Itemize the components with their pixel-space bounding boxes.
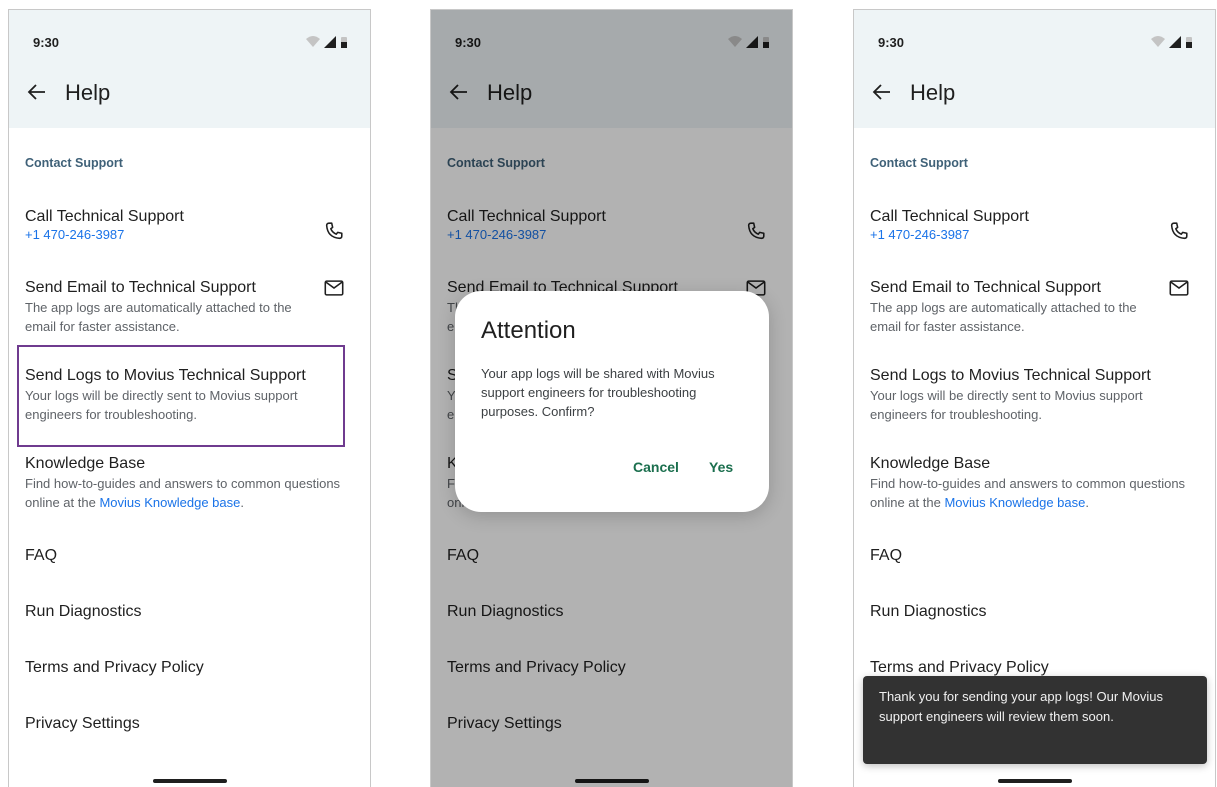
faq-item[interactable]: FAQ [25,546,343,566]
phone-icon[interactable] [323,220,345,242]
app-bar: 9:30 Help [9,10,370,128]
terms-privacy-item[interactable]: Terms and Privacy Policy [870,658,1188,678]
knowledge-base-subtitle: Find how-to-guides and answers to common… [870,474,1188,512]
terms-privacy-label: Terms and Privacy Policy [25,659,204,676]
dialog-title: Attention [481,317,576,344]
status-icons [1151,36,1192,48]
send-logs-item[interactable]: Send Logs to Movius Technical Support Yo… [870,366,1188,424]
run-diagnostics-label: Run Diagnostics [25,603,142,620]
knowledge-base-link[interactable]: Movius Knowledge base [944,495,1085,510]
app-bar: 9:30 Help [854,10,1215,128]
snackbar: Thank you for sending your app logs! Our… [863,676,1207,764]
knowledge-base-title: Knowledge Base [870,455,991,472]
section-header-contact-support: Contact Support [870,156,968,170]
attention-dialog: Attention Your app logs will be shared w… [455,291,769,512]
home-indicator[interactable] [153,779,227,783]
status-time: 9:30 [33,35,60,50]
knowledge-base-suffix: . [240,495,244,510]
signal-icon [324,36,336,48]
phone-icon[interactable] [1168,220,1190,242]
call-technical-support-item[interactable]: Call Technical Support +1 470-246-3987 [870,207,1188,243]
back-arrow-icon[interactable] [870,80,894,104]
send-logs-title: Send Logs to Movius Technical Support [25,367,306,384]
privacy-settings-label: Privacy Settings [25,715,140,732]
page-title: Help [65,80,111,105]
privacy-settings-item[interactable]: Privacy Settings [25,714,343,734]
status-icons [306,36,347,48]
help-screen-2: 9:30 Help Contact Support Call Technical… [430,9,793,787]
run-diagnostics-item[interactable]: Run Diagnostics [25,602,343,622]
support-phone-number: +1 470-246-3987 [25,227,125,242]
call-technical-support-item[interactable]: Call Technical Support +1 470-246-3987 [25,207,343,243]
send-email-title: Send Email to Technical Support [870,279,1101,296]
home-indicator[interactable] [998,779,1072,783]
call-support-title: Call Technical Support [25,208,184,225]
run-diagnostics-item[interactable]: Run Diagnostics [870,602,1188,622]
cancel-button[interactable]: Cancel [633,459,679,475]
send-logs-title: Send Logs to Movius Technical Support [870,367,1151,384]
send-email-title: Send Email to Technical Support [25,279,256,296]
wifi-icon [1151,36,1165,47]
faq-item[interactable]: FAQ [870,546,1188,566]
dialog-message: Your app logs will be shared with Movius… [481,366,715,419]
wifi-icon [306,36,320,47]
terms-privacy-label: Terms and Privacy Policy [870,659,1049,676]
help-screen-3: 9:30 Help Contact Support Call Technical… [853,9,1216,787]
knowledge-base-item[interactable]: Knowledge Base Find how-to-guides and an… [870,454,1188,512]
call-support-title: Call Technical Support [870,208,1029,225]
run-diagnostics-label: Run Diagnostics [870,603,987,620]
status-time: 9:30 [878,35,905,50]
terms-privacy-item[interactable]: Terms and Privacy Policy [25,658,343,678]
section-header-contact-support: Contact Support [25,156,123,170]
send-logs-subtitle: Your logs will be directly sent to Moviu… [25,388,298,422]
send-email-item[interactable]: Send Email to Technical Support The app … [25,278,310,336]
send-email-subtitle: The app logs are automatically attached … [870,300,1137,334]
send-email-subtitle: The app logs are automatically attached … [25,300,292,334]
signal-icon [1169,36,1181,48]
knowledge-base-title: Knowledge Base [25,455,146,472]
send-email-item[interactable]: Send Email to Technical Support The app … [870,278,1155,336]
yes-button[interactable]: Yes [709,459,733,475]
faq-label: FAQ [870,547,903,564]
send-logs-subtitle: Your logs will be directly sent to Moviu… [870,388,1143,422]
help-screen-1: 9:30 Help Contact Support Call Technical… [8,9,371,787]
knowledge-base-item[interactable]: Knowledge Base Find how-to-guides and an… [25,454,343,512]
email-icon[interactable] [323,277,345,299]
send-logs-item[interactable]: Send Logs to Movius Technical Support Yo… [25,366,343,424]
snackbar-message: Thank you for sending your app logs! Our… [879,689,1163,724]
knowledge-base-suffix: . [1085,495,1089,510]
page-title: Help [910,80,956,105]
knowledge-base-link[interactable]: Movius Knowledge base [99,495,240,510]
email-icon[interactable] [1168,277,1190,299]
support-phone-number: +1 470-246-3987 [870,227,970,242]
back-arrow-icon[interactable] [25,80,49,104]
knowledge-base-subtitle: Find how-to-guides and answers to common… [25,474,343,512]
faq-label: FAQ [25,547,58,564]
